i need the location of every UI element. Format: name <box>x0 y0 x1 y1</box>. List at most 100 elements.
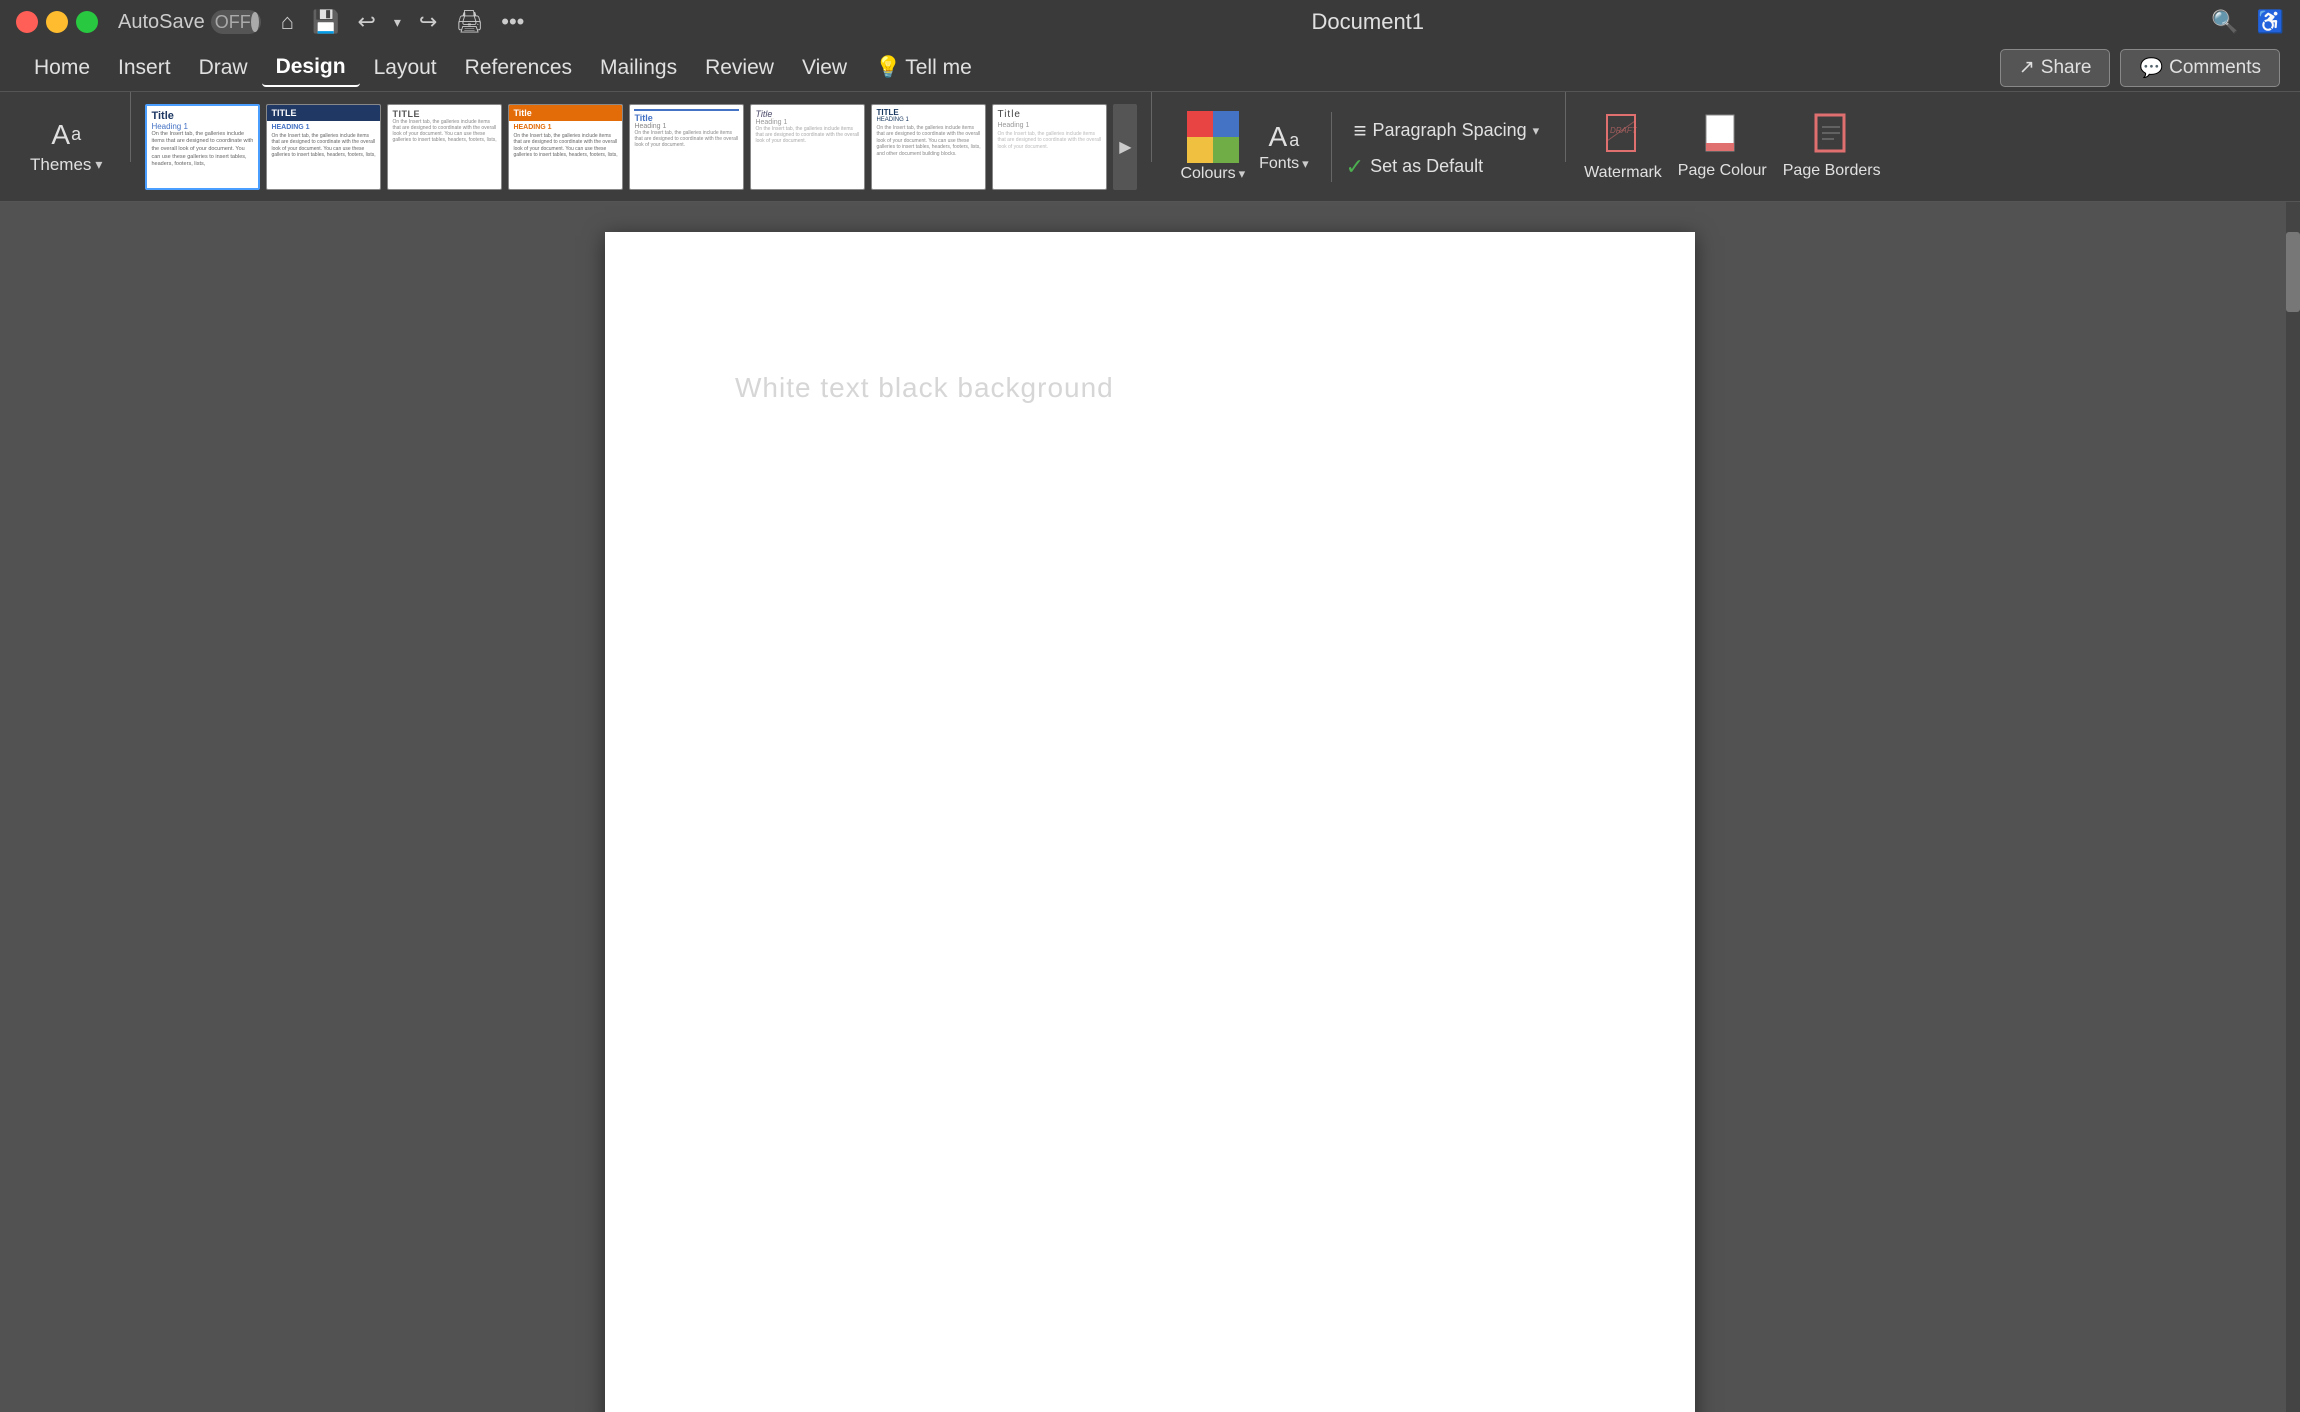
menu-design[interactable]: Design <box>262 49 360 87</box>
watermark-icon: DRAFT <box>1605 111 1641 162</box>
search-icon[interactable]: 🔍 <box>2211 9 2238 35</box>
divider-1 <box>130 92 131 162</box>
traffic-lights <box>16 11 98 33</box>
minimize-button[interactable] <box>46 11 68 33</box>
scrollbar-thumb[interactable] <box>2286 232 2300 312</box>
document-title: Document1 <box>536 9 2199 35</box>
theme1-body: On the Insert tab, the galleries include… <box>151 131 254 169</box>
paragraph-spacing-dropdown-icon[interactable]: ▾ <box>1533 123 1540 139</box>
theme-thumb-7[interactable]: TITLE HEADING 1 On the Insert tab, the g… <box>871 104 986 190</box>
page-borders-button[interactable]: Page Borders <box>1783 113 1881 180</box>
colours-box <box>1187 111 1239 163</box>
theme-thumb-2[interactable]: TITLE HEADING 1 On the Insert tab, the g… <box>266 104 381 190</box>
menu-layout[interactable]: Layout <box>360 50 451 86</box>
scrollbar[interactable] <box>2286 202 2300 1412</box>
share-button[interactable]: ↗ Share <box>2000 49 2111 87</box>
menu-bar: Home Insert Draw Design Layout Reference… <box>0 44 2300 92</box>
menu-home[interactable]: Home <box>20 50 104 86</box>
theme8-body: On the Insert tab, the galleries include… <box>997 131 1102 151</box>
theme8-heading: Heading 1 <box>997 122 1102 129</box>
comments-button[interactable]: 💬 Comments <box>2120 49 2280 87</box>
comments-label: Comments <box>2169 57 2261 79</box>
colour-yellow <box>1187 137 1213 163</box>
accessibility-icon[interactable]: ♿ <box>2257 9 2284 35</box>
divider-4 <box>1565 92 1566 162</box>
menu-draw[interactable]: Draw <box>185 50 262 86</box>
title-bar-right: 🔍 ♿ <box>2211 9 2284 35</box>
theme-thumb-8[interactable]: Title Heading 1 On the Insert tab, the g… <box>992 104 1107 190</box>
watermark-button[interactable]: DRAFT Watermark <box>1584 111 1662 182</box>
menu-references[interactable]: References <box>451 50 586 86</box>
ribbon: Aa Themes ▾ Title Heading 1 On the Inser… <box>0 92 2300 202</box>
theme1-title: Title <box>151 110 254 122</box>
page-borders-label: Page Borders <box>1783 162 1881 180</box>
theme7-heading: HEADING 1 <box>876 117 981 123</box>
theme6-title: Title <box>755 109 860 119</box>
theme-thumb-3[interactable]: TITLE On the Insert tab, the galleries i… <box>387 104 502 190</box>
theme8-title: Title <box>997 109 1102 120</box>
page-colour-label: Page Colour <box>1678 162 1767 180</box>
theme6-body: On the Insert tab, the galleries include… <box>755 126 860 144</box>
ribbon-tools: Colours ▾ Aa Fonts ▾ ≡ Paragraph Spacing… <box>1170 92 1557 201</box>
autosave-toggle[interactable]: OFF <box>211 10 261 34</box>
theme5-title: Title <box>634 113 739 123</box>
themes-button[interactable]: Aa Themes ▾ <box>20 113 112 181</box>
menu-view[interactable]: View <box>788 50 861 86</box>
comment-icon: 💬 <box>2139 56 2163 80</box>
theme-thumb-5[interactable]: Title Heading 1 On the Insert tab, the g… <box>629 104 744 190</box>
gallery-next-arrow[interactable]: ▶ <box>1113 104 1137 190</box>
undo-icon[interactable]: ↩ <box>357 9 375 35</box>
toggle-off-label: OFF <box>215 12 251 33</box>
page-tools-section: DRAFT Watermark Page Colour <box>1574 92 1890 201</box>
document-area: White text black background <box>0 202 2300 1412</box>
colours-label: Colours <box>1180 165 1235 183</box>
divider-3 <box>1331 112 1332 182</box>
divider-2 <box>1151 92 1152 162</box>
page-borders-icon <box>1814 113 1850 160</box>
themes-dropdown-icon[interactable]: ▾ <box>95 156 102 173</box>
close-button[interactable] <box>16 11 38 33</box>
home-icon[interactable]: ⌂ <box>281 9 294 35</box>
toggle-knob <box>251 12 259 32</box>
save-icon[interactable]: 💾 <box>312 9 339 35</box>
menu-review[interactable]: Review <box>691 50 788 86</box>
paragraph-spacing-button[interactable]: ≡ Paragraph Spacing ▾ <box>1346 114 1547 148</box>
fonts-button[interactable]: Aa Fonts ▾ <box>1251 121 1317 173</box>
lightbulb-icon: 💡 <box>875 56 901 80</box>
themes-section: Aa Themes ▾ <box>10 92 122 201</box>
page-colour-button[interactable]: Page Colour <box>1678 113 1767 180</box>
more-icon[interactable]: ••• <box>501 9 524 35</box>
autosave-area: AutoSave OFF <box>118 10 261 34</box>
set-as-default-button[interactable]: ✓ Set as Default <box>1346 154 1547 180</box>
colours-dropdown-icon[interactable]: ▾ <box>1239 166 1246 182</box>
redo-icon[interactable]: ↪ <box>419 9 437 35</box>
themes-label: Themes <box>30 155 91 175</box>
fonts-dropdown-icon[interactable]: ▾ <box>1302 156 1309 172</box>
theme1-heading: Heading 1 <box>151 122 254 131</box>
theme5-heading: Heading 1 <box>634 123 739 130</box>
fonts-label: Fonts <box>1259 155 1299 173</box>
theme3-body: On the Insert tab, the galleries include… <box>392 119 497 143</box>
share-icon: ↗ <box>2019 56 2035 79</box>
themes-icon: Aa <box>51 119 81 151</box>
fullscreen-button[interactable] <box>76 11 98 33</box>
theme-thumb-6[interactable]: Title Heading 1 On the Insert tab, the g… <box>750 104 865 190</box>
colour-green <box>1213 137 1239 163</box>
theme7-body: On the Insert tab, the galleries include… <box>876 125 981 158</box>
menu-insert[interactable]: Insert <box>104 50 185 86</box>
menu-tell-me[interactable]: 💡 Tell me <box>861 50 986 86</box>
theme-thumb-1[interactable]: Title Heading 1 On the Insert tab, the g… <box>145 104 260 190</box>
undo-dropdown-icon[interactable]: ▾ <box>394 14 401 31</box>
document-page[interactable]: White text black background <box>605 232 1695 1412</box>
set-as-default-label: Set as Default <box>1370 156 1483 177</box>
theme-thumb-4[interactable]: Title HEADING 1 On the Insert tab, the g… <box>508 104 623 190</box>
share-label: Share <box>2041 57 2092 79</box>
menu-right: ↗ Share 💬 Comments <box>2000 49 2280 87</box>
menu-mailings[interactable]: Mailings <box>586 50 691 86</box>
colours-button[interactable]: Colours ▾ <box>1180 111 1245 183</box>
print-icon[interactable]: 🖨 <box>455 9 483 35</box>
watermark-text: White text black background <box>735 372 1114 404</box>
theme3-title: TITLE <box>392 109 497 119</box>
theme6-heading: Heading 1 <box>755 119 860 126</box>
theme-gallery: Title Heading 1 On the Insert tab, the g… <box>139 92 1143 201</box>
